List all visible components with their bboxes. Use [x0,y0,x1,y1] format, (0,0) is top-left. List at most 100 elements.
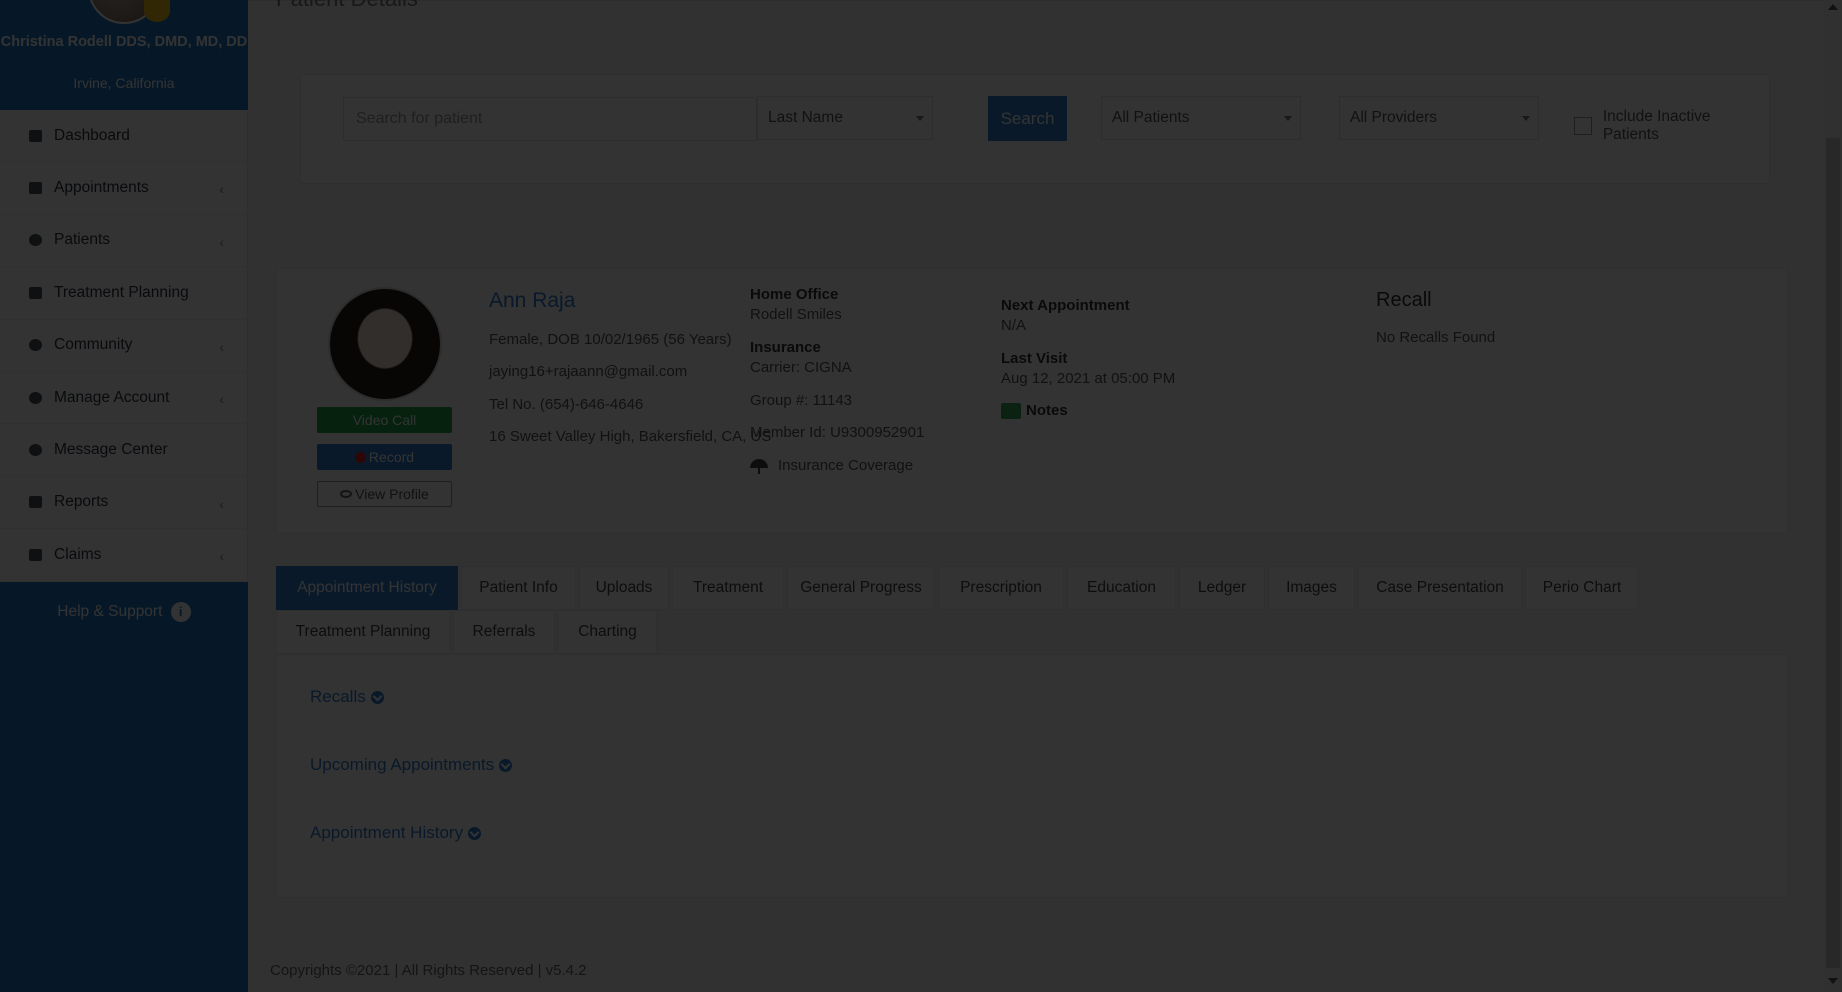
user-location: Irvine, California [73,75,175,91]
patient-phone: Tel No. (654)-646-4646 [489,396,644,413]
chevron-down-circle-icon [468,826,482,840]
tab-ledger[interactable]: Ledger [1179,566,1265,610]
search-field-value: Last Name [768,109,843,126]
insurance-coverage-link[interactable]: Insurance Coverage [750,457,913,475]
include-inactive-checkbox[interactable] [1574,117,1592,135]
sidebar-item-dashboard[interactable]: Dashboard [0,110,248,163]
tab-images[interactable]: Images [1268,566,1355,610]
sidebar-item-label: Treatment Planning [54,283,189,301]
sidebar-item-manage-account[interactable]: Manage Account ‹ [0,372,248,425]
tab-patient-info[interactable]: Patient Info [461,566,576,610]
include-inactive-label: Include Inactive Patients [1602,108,1711,143]
sidebar-item-patients[interactable]: Patients ‹ [0,215,248,268]
sidebar-item-message-center[interactable]: Message Center [0,424,248,477]
dashboard-icon [28,129,44,143]
include-inactive-toggle[interactable]: Include Inactive Patients [1574,108,1769,144]
video-call-button[interactable]: Video Call [317,407,452,433]
tab-perio-chart[interactable]: Perio Chart [1525,566,1639,610]
chevron-down-circle-icon [370,690,384,704]
caret-down-icon [1284,116,1292,121]
insurance-group: Group #: 11143 [750,392,853,409]
recalls-section-label: Recalls [310,687,366,706]
insurance-member-id: Member Id: U9300952901 [750,424,925,441]
home-office-label: Home Office [750,286,839,303]
caret-down-icon [1522,116,1530,121]
tab-referrals[interactable]: Referrals [453,610,555,654]
top-divider [248,0,1842,1]
sidebar-item-label: Claims [54,545,102,563]
search-button[interactable]: Search [988,96,1067,141]
umbrella-icon [750,459,768,475]
home-office-value: Rodell Smiles [750,306,842,323]
sidebar-item-treatment-planning[interactable]: Treatment Planning [0,267,248,320]
tab-charting[interactable]: Charting [558,610,657,654]
search-field-select[interactable]: Last Name [757,96,933,140]
tab-prescription[interactable]: Prescription [938,566,1064,610]
patient-name[interactable]: Ann Raja [489,289,575,313]
recall-title: Recall [1376,289,1432,311]
sidebar-item-community[interactable]: Community ‹ [0,320,248,372]
users-icon [28,233,44,247]
help-support-link[interactable]: Help & Support i [0,602,248,622]
appointment-history-section-label: Appointment History [310,823,464,842]
tab-treatment-planning[interactable]: Treatment Planning [276,610,450,654]
notes-icon [1001,403,1021,420]
patients-filter-select[interactable]: All Patients [1101,96,1301,140]
patient-summary-card: Video Call Record View Profile Ann Raja … [276,268,1788,533]
sidebar-nav: Dashboard Appointments ‹ Patients ‹ Trea… [0,110,248,582]
sidebar-item-label: Manage Account [54,388,170,406]
view-profile-button[interactable]: View Profile [317,481,452,507]
patient-demographics: Female, DOB 10/02/1965 (56 Years) [489,331,732,348]
file-icon [28,495,44,509]
patient-search-panel: Search for patient Last Name Search All … [300,74,1770,184]
chevron-left-icon: ‹ [219,181,224,198]
scroll-down-icon[interactable] [1828,978,1838,984]
page-scrollbar[interactable] [1824,0,1842,992]
sidebar-item-appointments[interactable]: Appointments ‹ [0,162,248,215]
scroll-up-icon[interactable] [1828,4,1838,10]
chevron-left-icon: ‹ [219,495,224,512]
tab-treatment[interactable]: Treatment [672,566,784,610]
search-input[interactable]: Search for patient [343,97,757,141]
chat-icon [28,443,44,457]
sidebar-item-label: Community [54,336,133,354]
view-profile-label: View Profile [355,486,429,502]
tab-case-presentation[interactable]: Case Presentation [1358,566,1522,610]
chevron-left-icon: ‹ [219,233,224,250]
chevron-left-icon: ‹ [219,390,224,407]
insurance-label: Insurance [750,339,821,356]
tab-uploads[interactable]: Uploads [579,566,669,610]
scroll-thumb[interactable] [1826,138,1840,968]
record-button[interactable]: Record [317,444,452,470]
sidebar-item-reports[interactable]: Reports ‹ [0,477,248,530]
help-support-label: Help & Support [57,603,163,621]
eye-icon [340,490,353,498]
clipboard-icon [28,286,44,300]
chevron-down-circle-icon [499,758,513,772]
calendar-icon [28,181,44,195]
recalls-section-toggle[interactable]: Recalls [310,687,384,707]
upcoming-appointments-section-label: Upcoming Appointments [310,755,495,774]
plus-square-icon [28,548,44,562]
sidebar-item-label: Appointments [54,179,149,197]
tab-general-progress[interactable]: General Progress [787,566,935,610]
gear-icon [28,391,44,405]
tab-appointment-history[interactable]: Appointment History [276,566,458,610]
patients-filter-value: All Patients [1112,109,1190,126]
notes-link[interactable]: Notes [1001,402,1068,420]
last-visit-label: Last Visit [1001,350,1068,367]
sidebar-item-claims[interactable]: Claims ‹ [0,529,248,582]
upcoming-appointments-section-toggle[interactable]: Upcoming Appointments [310,755,513,775]
record-dot-icon [354,451,366,463]
caret-down-icon [916,116,924,121]
appointment-history-section-toggle[interactable]: Appointment History [310,823,482,843]
notes-label: Notes [1026,402,1068,419]
providers-filter-select[interactable]: All Providers [1339,96,1539,140]
patient-photo [328,287,442,401]
tab-education[interactable]: Education [1067,566,1176,610]
providers-filter-value: All Providers [1350,109,1437,126]
community-icon [28,338,44,352]
user-profile-box: Christina Rodell DDS, DMD, MD, DD Irvine… [0,0,248,110]
footer-copyright: Copyrights ©2021 | All Rights Reserved |… [270,962,587,979]
badge-icon [144,0,170,22]
